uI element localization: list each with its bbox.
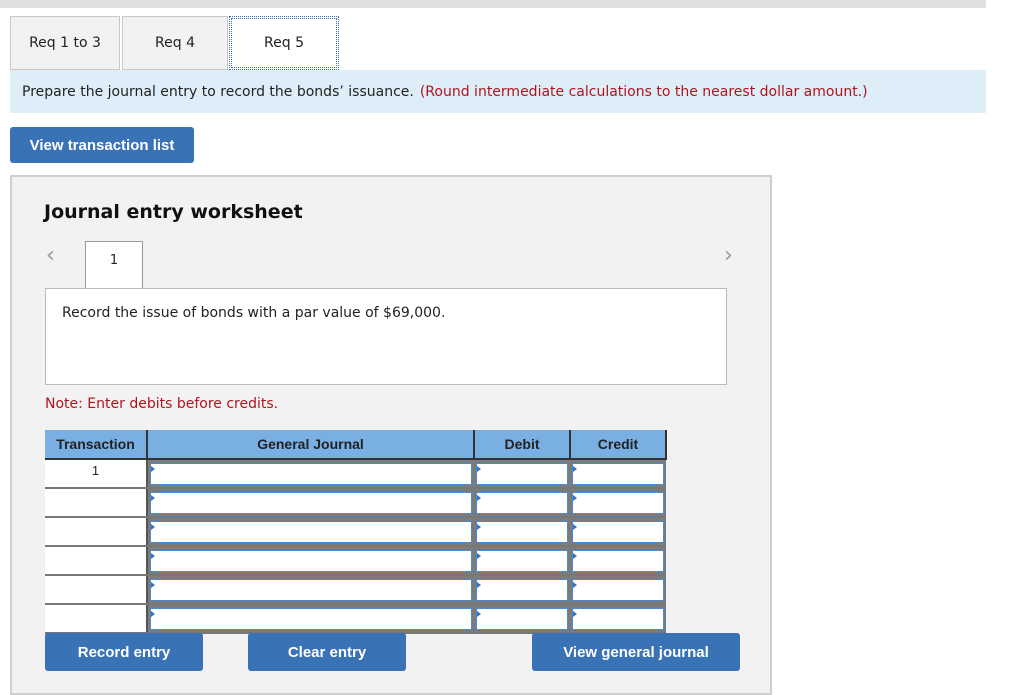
transaction-description: Record the issue of bonds with a par val…: [45, 288, 727, 385]
debit-input[interactable]: [476, 608, 568, 630]
credit-input[interactable]: [572, 521, 664, 543]
debit-input[interactable]: [476, 579, 568, 601]
header-debit: Debit: [474, 430, 571, 460]
entry-page-tab[interactable]: 1: [85, 241, 143, 289]
transaction-number: 1: [45, 459, 148, 489]
account-input[interactable]: [150, 608, 472, 630]
view-transaction-list-button[interactable]: View transaction list: [10, 127, 194, 163]
account-input[interactable]: [150, 521, 472, 543]
credit-input[interactable]: [572, 492, 664, 514]
tab-req-5[interactable]: Req 5: [229, 16, 339, 70]
transaction-number: [45, 546, 148, 576]
tab-req-4[interactable]: Req 4: [122, 16, 228, 70]
table-row: [45, 546, 666, 576]
clear-entry-button[interactable]: Clear entry: [248, 633, 406, 671]
top-scroll-bar: [0, 0, 986, 8]
header-credit: Credit: [570, 430, 667, 460]
debit-input[interactable]: [476, 492, 568, 514]
instruction-bar: Prepare the journal entry to record the …: [10, 70, 986, 113]
entry-page-number: 1: [109, 253, 119, 268]
transaction-number: [45, 517, 148, 547]
debit-input[interactable]: [476, 463, 568, 485]
table-row: [45, 575, 666, 605]
header-transaction: Transaction: [45, 430, 148, 460]
table-row: [45, 517, 666, 547]
transaction-number: [45, 575, 148, 605]
transaction-number: [45, 604, 148, 634]
journal-entry-worksheet-panel: Journal entry worksheet ‹ › 1 Record the…: [10, 175, 772, 695]
credit-input[interactable]: [572, 608, 664, 630]
account-input[interactable]: [150, 550, 472, 572]
journal-table: Transaction General Journal Debit Credit…: [45, 430, 667, 634]
account-input[interactable]: [150, 492, 472, 514]
tab-req-1-to-3[interactable]: Req 1 to 3: [10, 16, 120, 70]
chevron-right-icon[interactable]: ›: [724, 243, 733, 268]
account-input[interactable]: [150, 463, 472, 485]
worksheet-title: Journal entry worksheet: [44, 201, 303, 223]
instruction-text: Prepare the journal entry to record the …: [22, 83, 414, 100]
debit-input[interactable]: [476, 550, 568, 572]
header-general-journal: General Journal: [147, 430, 475, 460]
credit-input[interactable]: [572, 579, 664, 601]
transaction-number: [45, 488, 148, 518]
account-input[interactable]: [150, 579, 472, 601]
table-row: [45, 488, 666, 518]
table-row: 1: [45, 459, 666, 489]
instruction-rounding-note: (Round intermediate calculations to the …: [419, 83, 868, 100]
chevron-left-icon[interactable]: ‹: [46, 243, 55, 268]
credit-input[interactable]: [572, 463, 664, 485]
view-general-journal-button[interactable]: View general journal: [532, 633, 740, 671]
credit-input[interactable]: [572, 550, 664, 572]
table-row: [45, 604, 666, 634]
debit-input[interactable]: [476, 521, 568, 543]
debits-before-credits-note: Note: Enter debits before credits.: [45, 396, 279, 412]
record-entry-button[interactable]: Record entry: [45, 633, 203, 671]
